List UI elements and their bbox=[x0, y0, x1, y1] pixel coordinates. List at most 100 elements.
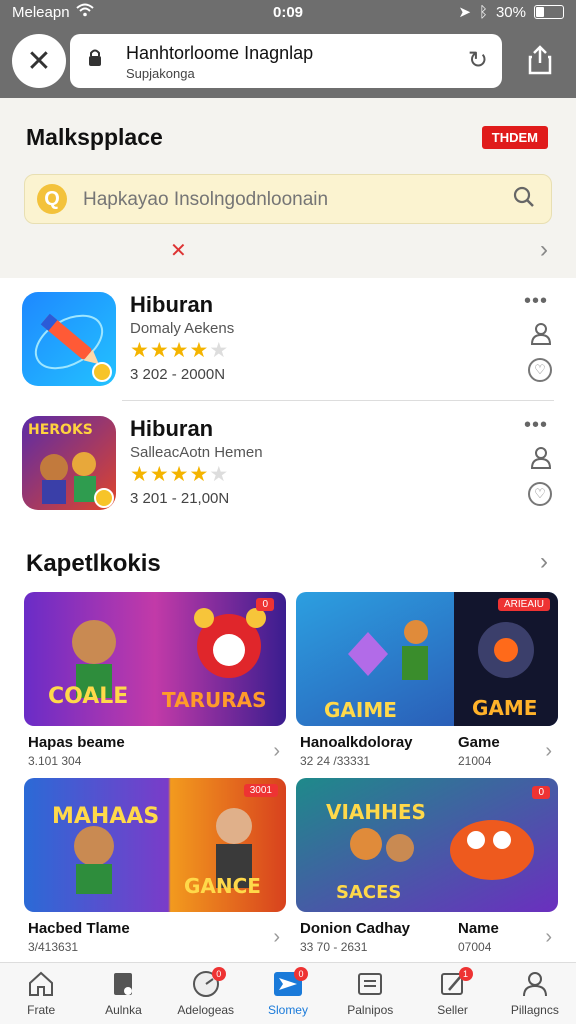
chevron-right-icon[interactable]: › bbox=[540, 236, 548, 264]
chevron-right-icon[interactable]: › bbox=[273, 926, 280, 949]
section-title: Kapetlkokis bbox=[26, 550, 161, 577]
app-meta: 3 202 - 2000N bbox=[130, 366, 226, 383]
battery-fill bbox=[536, 7, 545, 17]
share-button[interactable] bbox=[520, 40, 560, 80]
app-list: Hiburan Domaly Aekens ★★★★★ 3 202 - 2000… bbox=[0, 278, 576, 528]
app-row[interactable]: HEROKS Hiburan SalleacAotn Hemen ★★★★★ 3… bbox=[0, 402, 576, 524]
star-icon: ★ bbox=[130, 339, 150, 362]
filter-clear-icon[interactable]: ✕ bbox=[170, 238, 187, 263]
chevron-right-icon[interactable]: › bbox=[545, 926, 552, 949]
tab-seller[interactable]: 1 Seller bbox=[411, 963, 493, 1024]
chevron-right-icon[interactable]: › bbox=[540, 548, 548, 576]
banner-badge: 3001 bbox=[243, 784, 278, 797]
tab-send[interactable]: 0 Slomey bbox=[247, 963, 329, 1024]
search-logo-icon: Q bbox=[37, 184, 67, 214]
marketplace-header: Malkspplace THDEM Q ✕ › bbox=[0, 98, 576, 278]
banner-text: GANCE bbox=[184, 874, 261, 898]
bottom-tab-bar: Frate Aulnka 0 Adelogeas 0 Slomey Palnip… bbox=[0, 962, 576, 1024]
app-name: Hiburan bbox=[130, 416, 214, 441]
tab-list[interactable]: Palnipos bbox=[329, 963, 411, 1024]
app-icon-pencil bbox=[22, 292, 116, 386]
banner-badge: 0 bbox=[532, 786, 550, 799]
game-title: Game bbox=[458, 734, 500, 751]
status-bar: Meleapn 0:09 ➤ ᛒ 30% bbox=[0, 0, 576, 24]
notification-badge: 0 bbox=[211, 967, 226, 981]
share-icon bbox=[528, 45, 552, 75]
game-title: Hacbed Tlame bbox=[28, 920, 130, 937]
game-banner: GAIME GAME ARIEAIU bbox=[296, 592, 558, 726]
banner-text: MAHAAS bbox=[52, 804, 160, 829]
notification-badge: 0 bbox=[293, 967, 308, 981]
game-card[interactable]: COALE TARURAS 0 Hapas beame 3.101 304 › bbox=[24, 592, 286, 770]
tab-label: Pillagncs bbox=[510, 1003, 559, 1017]
tab-deals[interactable]: 0 Adelogeas bbox=[165, 963, 247, 1024]
battery-icon bbox=[534, 5, 564, 19]
chevron-right-icon[interactable]: › bbox=[545, 740, 552, 763]
more-options-icon[interactable]: ••• bbox=[524, 414, 548, 437]
star-icon: ★ bbox=[149, 463, 170, 486]
app-icon-heroes: HEROKS bbox=[22, 416, 116, 510]
search-input[interactable] bbox=[83, 185, 503, 215]
tab-home[interactable]: Frate bbox=[0, 963, 82, 1024]
game-card[interactable]: GAIME GAME ARIEAIU Hanoalkdoloray 32 24 … bbox=[296, 592, 558, 770]
game-card[interactable]: VIAHHES SACES 0 Donion Cadhay 33 70 - 26… bbox=[296, 778, 558, 956]
divider bbox=[122, 400, 554, 401]
star-icon: ★ bbox=[169, 463, 190, 486]
profile-icon bbox=[520, 969, 550, 999]
list-icon bbox=[355, 969, 385, 999]
tab-label: Slomey bbox=[267, 1003, 308, 1017]
more-options-icon[interactable]: ••• bbox=[524, 290, 548, 313]
user-icon[interactable] bbox=[530, 322, 552, 352]
app-row[interactable]: Hiburan Domaly Aekens ★★★★★ 3 202 - 2000… bbox=[0, 278, 576, 400]
game-meta: 3.101 304 bbox=[28, 754, 82, 768]
home-icon bbox=[26, 969, 56, 999]
search-icon[interactable] bbox=[513, 186, 535, 214]
game-banner: MAHAAS GANCE 3001 bbox=[24, 778, 286, 912]
banner-text: GAIME bbox=[324, 698, 397, 722]
search-bar[interactable]: Q bbox=[24, 174, 552, 224]
star-icon: ★ bbox=[130, 463, 150, 486]
game-title: Donion Cadhay bbox=[300, 920, 411, 937]
app-developer: Domaly Aekens bbox=[130, 320, 235, 337]
tab-label: Adelogeas bbox=[177, 1003, 235, 1017]
reload-icon[interactable]: ↻ bbox=[468, 46, 488, 75]
banner-text: GAME bbox=[472, 696, 538, 720]
banner-text: TARURAS bbox=[162, 688, 267, 712]
address-bar[interactable]: Hanhtorloome Inagnlap Supjakonga ↻ bbox=[70, 34, 502, 88]
tab-label: Seller bbox=[437, 1003, 468, 1017]
banner-text: COALE bbox=[48, 684, 129, 709]
browser-toolbar: ✕ Hanhtorloome Inagnlap Supjakonga ↻ bbox=[0, 24, 576, 98]
chevron-right-icon[interactable]: › bbox=[273, 740, 280, 763]
game-banner: VIAHHES SACES 0 bbox=[296, 778, 558, 912]
app-icon-label: HEROKS bbox=[28, 422, 93, 438]
star-icon: ★ bbox=[149, 339, 170, 362]
favorite-icon[interactable]: ♡ bbox=[528, 482, 552, 506]
close-icon: ✕ bbox=[26, 44, 52, 78]
lock-icon bbox=[86, 48, 104, 73]
rating-stars: ★★★★★ bbox=[130, 462, 229, 487]
game-title: Hanoalkdoloray bbox=[300, 734, 413, 751]
app-meta: 3 201 - 21,00N bbox=[130, 490, 230, 507]
tab-profile[interactable]: Pillagncs bbox=[494, 963, 576, 1024]
game-title: Hapas beame bbox=[28, 734, 125, 751]
page-title: Hanhtorloome Inagnlap bbox=[126, 43, 314, 63]
favorite-icon[interactable]: ♡ bbox=[528, 358, 552, 382]
game-card[interactable]: MAHAAS GANCE 3001 Hacbed Tlame 3/413631 … bbox=[24, 778, 286, 956]
banner-text: VIAHHES bbox=[326, 800, 426, 824]
clock: 0:09 bbox=[272, 3, 304, 21]
promo-badge[interactable]: THDEM bbox=[481, 126, 548, 149]
user-icon[interactable] bbox=[530, 446, 552, 476]
game-meta: 32 24 /33331 bbox=[300, 754, 371, 768]
banner-badge: ARIEAIU bbox=[497, 598, 550, 611]
notification-badge: 1 bbox=[458, 967, 473, 981]
star-icon: ★ bbox=[169, 339, 190, 362]
tab-tags[interactable]: Aulnka bbox=[82, 963, 164, 1024]
close-button[interactable]: ✕ bbox=[12, 34, 66, 88]
tab-label: Palnipos bbox=[347, 1003, 394, 1017]
app-name: Hiburan bbox=[130, 292, 214, 317]
banner-text: SACES bbox=[336, 882, 402, 903]
tag-icon bbox=[108, 969, 138, 999]
app-developer: SalleacAotn Hemen bbox=[130, 444, 263, 461]
game-title: Name bbox=[458, 920, 499, 937]
tab-label: Aulnka bbox=[105, 1003, 142, 1017]
